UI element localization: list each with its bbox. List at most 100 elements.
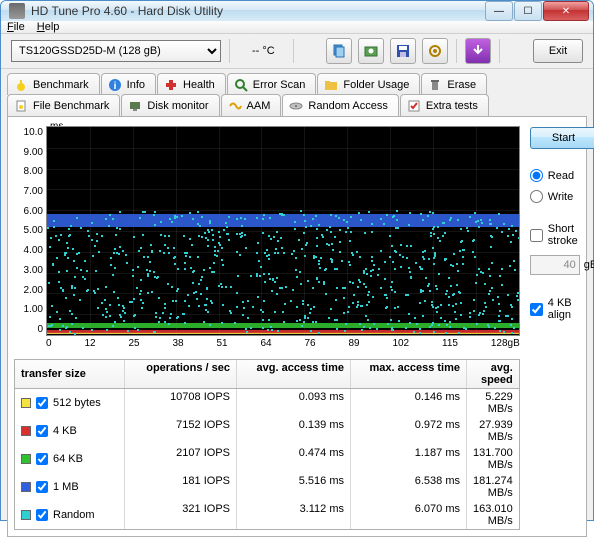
settings-button[interactable] (422, 38, 448, 64)
series-color-swatch (21, 398, 31, 408)
results-row: 1 MB181 IOPS5.516 ms6.538 ms181.274 MB/s (15, 473, 519, 501)
series-toggle[interactable] (36, 425, 48, 437)
copy-info-button[interactable] (326, 38, 352, 64)
series-color-swatch (21, 482, 31, 492)
tab-error-scan[interactable]: Error Scan (227, 73, 317, 95)
results-cell: 321 IOPS (125, 501, 237, 529)
short-stroke-check[interactable]: Short stroke (530, 223, 594, 247)
exit-button[interactable]: Exit (533, 39, 583, 63)
refresh-button[interactable] (465, 38, 491, 64)
temperature-value: -- °C (252, 45, 275, 57)
short-stroke-value[interactable] (530, 255, 580, 275)
series-toggle[interactable] (36, 481, 48, 493)
results-cell: 5.229 MB/s (467, 389, 519, 417)
disk-monitor-icon (128, 99, 142, 113)
tab-folder-usage[interactable]: Folder Usage (317, 73, 420, 95)
tab-erase[interactable]: Erase (421, 73, 487, 95)
results-cell: 2107 IOPS (125, 445, 237, 473)
extra-tests-icon (407, 99, 421, 113)
save-button[interactable] (390, 38, 416, 64)
results-row: 512 bytes 10708 IOPS0.093 ms0.146 ms5.229… (15, 389, 519, 417)
series-toggle[interactable] (36, 397, 48, 409)
results-cell: 5.516 ms (237, 473, 351, 501)
read-radio[interactable]: Read (530, 169, 594, 182)
short-stroke-unit: gB (584, 259, 594, 271)
results-header: transfer size (15, 360, 125, 388)
menubar: File Help (1, 21, 593, 34)
results-cell: 0.139 ms (237, 417, 351, 445)
results-cell: 0.146 ms (351, 389, 467, 417)
access-time-graph: ms 10.09.008.007.006.005.004.003.002.001… (14, 123, 520, 355)
screenshot-button[interactable] (358, 38, 384, 64)
series-toggle[interactable] (36, 453, 48, 465)
results-cell: 27.939 MB/s (467, 417, 519, 445)
series-color-swatch (21, 454, 31, 464)
results-cell: 0.972 ms (351, 417, 467, 445)
window-title: HD Tune Pro 4.60 - Hard Disk Utility (31, 4, 485, 18)
tab-health[interactable]: Health (157, 73, 226, 95)
results-cell: 131.700 MB/s (467, 445, 519, 473)
series-color-swatch (21, 426, 31, 436)
results-cell: 1.187 ms (351, 445, 467, 473)
titlebar: HD Tune Pro 4.60 - Hard Disk Utility — ☐… (1, 1, 593, 21)
results-cell: 0.474 ms (237, 445, 351, 473)
x-axis: 012253851647689102115128gB (46, 336, 520, 349)
file-benchmark-icon (14, 99, 28, 113)
series-toggle[interactable] (36, 509, 48, 521)
benchmark-icon (14, 78, 28, 92)
tab-file-benchmark[interactable]: File Benchmark (7, 94, 120, 116)
tab-row-2: File Benchmark Disk monitor AAM Random Acce… (7, 94, 587, 116)
start-button[interactable]: Start (530, 127, 594, 149)
transfer-size: 1 MB (53, 481, 79, 493)
toolbar: TS120GSSD25D-M (128 gB) -- °C Exit (1, 34, 593, 69)
tab-label: AAM (247, 100, 271, 112)
menu-help[interactable]: Help (37, 21, 60, 33)
results-cell: 163.010 MB/s (467, 501, 519, 529)
tab-label: Error Scan (253, 79, 306, 91)
scatter-plot (46, 126, 520, 336)
results-cell: 10708 IOPS (125, 389, 237, 417)
tab-disk-monitor[interactable]: Disk monitor (121, 94, 219, 116)
tab-aam[interactable]: AAM (221, 94, 282, 116)
tab-info[interactable]: iInfo (101, 73, 156, 95)
write-radio[interactable]: Write (530, 190, 594, 203)
tab-label: File Benchmark (33, 100, 109, 112)
tab-content-random-access: ms 10.09.008.007.006.005.004.003.002.001… (7, 116, 587, 537)
y-axis: 10.09.008.007.006.005.004.003.002.001.00… (14, 123, 46, 355)
transfer-size: Random (53, 509, 95, 521)
info-icon: i (108, 78, 122, 92)
aam-icon (228, 99, 242, 113)
results-row: Random321 IOPS3.112 ms6.070 ms163.010 MB… (15, 501, 519, 529)
tab-label: Extra tests (426, 100, 478, 112)
tab-label: Health (183, 79, 215, 91)
results-header: operations / sec (125, 360, 237, 388)
tab-label: Benchmark (33, 79, 89, 91)
controls-panel: Start Read Write Short stroke gB 4 KB al… (530, 123, 594, 530)
error-scan-icon (234, 78, 248, 92)
4kb-align-check[interactable]: 4 KB align (530, 297, 594, 321)
results-header: max. access time (351, 360, 467, 388)
transfer-size: 512 bytes (53, 397, 101, 409)
minimize-button[interactable]: — (485, 1, 513, 21)
menu-file[interactable]: File (7, 21, 25, 33)
random-access-icon (289, 99, 303, 113)
maximize-button[interactable]: ☐ (514, 1, 542, 21)
temperature-display: -- °C (248, 45, 275, 57)
results-row: 64 KB2107 IOPS0.474 ms1.187 ms131.700 MB… (15, 445, 519, 473)
device-select[interactable]: TS120GSSD25D-M (128 gB) (11, 40, 221, 62)
tab-benchmark[interactable]: Benchmark (7, 73, 100, 95)
close-button[interactable]: ✕ (543, 1, 589, 21)
tab-row-1: Benchmark iInfo Health Error Scan Folder Usa… (7, 73, 587, 95)
health-icon (164, 78, 178, 92)
results-cell: 0.093 ms (237, 389, 351, 417)
erase-icon (428, 78, 442, 92)
results-cell: 181 IOPS (125, 473, 237, 501)
tab-random-access[interactable]: Random Access (282, 94, 398, 116)
tab-extra-tests[interactable]: Extra tests (400, 94, 489, 116)
results-row: 4 KB7152 IOPS0.139 ms0.972 ms27.939 MB/s (15, 417, 519, 445)
results-header: avg. access time (237, 360, 351, 388)
results-header: avg. speed (467, 360, 519, 388)
tab-label: Erase (447, 79, 476, 91)
app-icon (9, 3, 25, 19)
results-cell: 3.112 ms (237, 501, 351, 529)
